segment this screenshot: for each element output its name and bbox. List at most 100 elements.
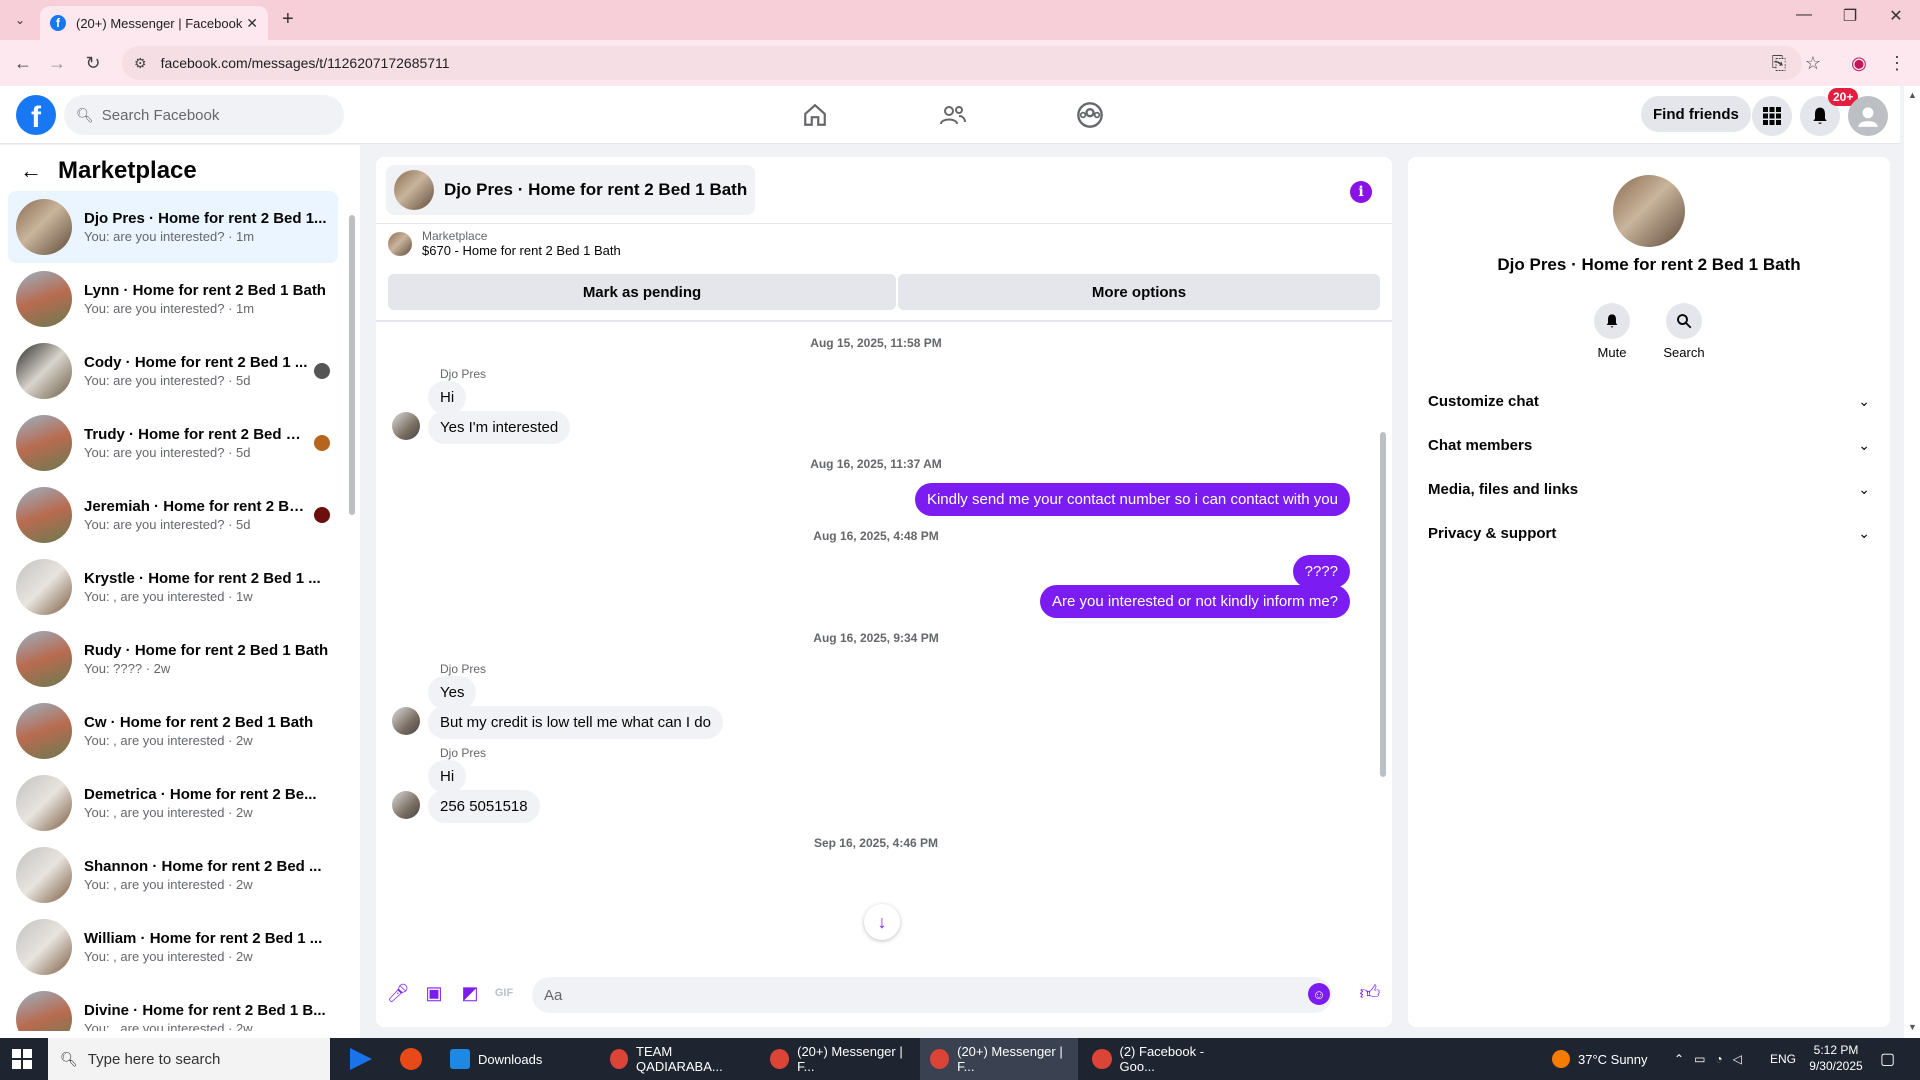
- gif-icon[interactable]: GIF: [492, 981, 516, 1005]
- listing-source: Marketplace: [422, 229, 488, 243]
- download-folder-icon: [450, 1049, 470, 1069]
- windows-start-icon[interactable]: [12, 1049, 32, 1069]
- search-in-chat-button[interactable]: Search: [1654, 303, 1714, 360]
- new-tab-icon[interactable]: +: [282, 8, 294, 31]
- scroll-down-icon[interactable]: ▼: [1908, 1022, 1917, 1032]
- minimize-icon[interactable]: —: [1782, 6, 1826, 24]
- message-bubble-incoming[interactable]: 256 5051518: [428, 790, 540, 823]
- conversation-item[interactable]: Djo Pres · Home for rent 2 Bed 1... You: …: [8, 191, 338, 263]
- conversation-preview: You: , are you interested · 1w: [84, 589, 253, 604]
- back-arrow-icon[interactable]: ←: [20, 158, 42, 184]
- taskbar-search-input[interactable]: 🔍︎ Type here to search: [48, 1038, 330, 1080]
- scroll-up-icon[interactable]: ▲: [1908, 90, 1917, 100]
- volume-icon[interactable]: ◁: [1733, 1052, 1742, 1066]
- close-window-icon[interactable]: ✕: [1874, 6, 1918, 26]
- message-bubble-incoming[interactable]: But my credit is low tell me what can I …: [428, 706, 723, 739]
- sender-avatar: [392, 707, 420, 735]
- sticker-icon[interactable]: ◩: [458, 981, 482, 1005]
- sidebar-scrollbar[interactable]: [348, 175, 356, 1015]
- maximize-icon[interactable]: ❐: [1828, 6, 1872, 26]
- mark-as-pending-button[interactable]: Mark as pending: [388, 274, 896, 310]
- conversation-preview: You: are you interested? · 5d: [84, 517, 251, 532]
- facebook-logo-icon[interactable]: f: [16, 95, 56, 135]
- bookmark-star-icon[interactable]: ☆: [1800, 50, 1826, 76]
- account-avatar[interactable]: [1848, 96, 1888, 136]
- photo-attach-icon[interactable]: ▣: [422, 981, 446, 1005]
- conversation-item[interactable]: Krystle · Home for rent 2 Bed 1 ... You: …: [8, 551, 338, 623]
- language-indicator[interactable]: ENG: [1770, 1038, 1796, 1080]
- chat-members-item[interactable]: Chat members ⌄: [1424, 425, 1874, 465]
- menu-grid-icon[interactable]: [1752, 96, 1792, 136]
- reload-icon[interactable]: ↻: [80, 50, 106, 76]
- chat-header[interactable]: Djo Pres · Home for rent 2 Bed 1 Bath: [386, 165, 756, 215]
- media-files-links-item[interactable]: Media, files and links ⌄: [1424, 469, 1874, 509]
- page-scrollbar[interactable]: ▲ ▼: [1904, 86, 1920, 1038]
- message-bubble-outgoing[interactable]: Are you interested or not kindly inform …: [1040, 585, 1350, 618]
- back-icon[interactable]: ←: [10, 50, 36, 76]
- chevron-down-icon: ⌄: [1858, 436, 1870, 453]
- notification-center-icon[interactable]: ▢: [1880, 1038, 1895, 1080]
- conversation-item[interactable]: Trudy · Home for rent 2 Bed 1 ... You: ar…: [8, 407, 338, 479]
- weather-widget[interactable]: 37°C Sunny: [1552, 1038, 1648, 1080]
- listing-info[interactable]: Marketplace $670 - Home for rent 2 Bed 1…: [388, 229, 621, 258]
- scrollbar-thumb[interactable]: [1380, 432, 1386, 777]
- taskbar-app-downloads[interactable]: Downloads: [440, 1038, 590, 1080]
- profile-avatar[interactable]: [1613, 175, 1685, 247]
- avatar: [16, 487, 72, 543]
- search-facebook-input[interactable]: 🔍︎ Search Facebook: [64, 95, 344, 135]
- conversation-item[interactable]: Rudy · Home for rent 2 Bed 1 Bath You: ??…: [8, 623, 338, 695]
- customize-chat-item[interactable]: Customize chat ⌄: [1424, 381, 1874, 421]
- conversation-item[interactable]: William · Home for rent 2 Bed 1 ... You: …: [8, 911, 338, 983]
- message-bubble-outgoing[interactable]: Kindly send me your contact number so i …: [914, 483, 1350, 516]
- mute-button[interactable]: Mute: [1582, 303, 1642, 360]
- emoji-icon[interactable]: ☺: [1308, 983, 1330, 1005]
- profile-icon[interactable]: ◉: [1846, 50, 1872, 76]
- avatar: [16, 415, 72, 471]
- message-bubble-incoming[interactable]: Hi: [428, 381, 467, 414]
- message-bubble-incoming[interactable]: Yes I'm interested: [428, 411, 571, 444]
- menu-kebab-icon[interactable]: ⋮: [1884, 50, 1910, 76]
- install-app-icon[interactable]: ⎘: [1766, 50, 1792, 76]
- tab-search-icon[interactable]: ⌄: [8, 8, 32, 32]
- groups-icon[interactable]: [1070, 100, 1110, 130]
- conversation-item[interactable]: Jeremiah · Home for rent 2 Be... You: are…: [8, 479, 338, 551]
- browser-tab-active[interactable]: f (20+) Messenger | Facebook ✕: [40, 6, 268, 40]
- taskbar-app-chrome[interactable]: TEAM QADIARABA...: [600, 1038, 750, 1080]
- message-bubble-incoming[interactable]: Yes: [428, 676, 477, 709]
- message-bubble-outgoing[interactable]: ????: [1292, 555, 1350, 588]
- taskbar-app-chrome[interactable]: (20+) Messenger | F...: [760, 1038, 918, 1080]
- conversation-item[interactable]: Divine · Home for rent 2 Bed 1 B... You: …: [8, 983, 338, 1031]
- conversation-item[interactable]: Demetrica · Home for rent 2 Be... You: , …: [8, 767, 338, 839]
- system-tray-icons[interactable]: ⌃ ▭ ◔ ◁: [1674, 1038, 1752, 1080]
- wifi-icon[interactable]: ◔: [1715, 1052, 1722, 1066]
- conversation-item[interactable]: Shannon · Home for rent 2 Bed ... You: , …: [8, 839, 338, 911]
- message-bubble-incoming[interactable]: Hi: [428, 760, 467, 793]
- battery-icon[interactable]: ▭: [1694, 1052, 1705, 1066]
- conversation-item[interactable]: Cw · Home for rent 2 Bed 1 Bath You: , ar…: [8, 695, 338, 767]
- message-input[interactable]: Aa: [532, 977, 1332, 1013]
- scrollbar-thumb[interactable]: [349, 215, 355, 515]
- app-icon[interactable]: [400, 1048, 422, 1070]
- home-icon[interactable]: [795, 100, 835, 130]
- conversation-item[interactable]: Lynn · Home for rent 2 Bed 1 Bath You: ar…: [8, 263, 338, 335]
- forward-icon[interactable]: →: [44, 50, 70, 76]
- chat-scrollbar[interactable]: [1378, 322, 1388, 952]
- more-options-button[interactable]: More options: [898, 274, 1380, 310]
- clock[interactable]: 5:12 PM 9/30/2025: [1800, 1042, 1872, 1074]
- chevron-up-icon[interactable]: ⌃: [1674, 1052, 1684, 1066]
- taskbar-app-chrome[interactable]: (2) Facebook - Goo...: [1082, 1038, 1240, 1080]
- privacy-support-item[interactable]: Privacy & support ⌄: [1424, 513, 1874, 553]
- like-thumbs-up-icon[interactable]: 👍︎: [1358, 981, 1382, 1005]
- find-friends-button[interactable]: Find friends: [1641, 96, 1751, 132]
- taskbar-app-chrome-active[interactable]: (20+) Messenger | F...: [920, 1038, 1078, 1080]
- friends-icon[interactable]: [933, 100, 973, 130]
- play-store-icon[interactable]: [350, 1048, 372, 1070]
- address-bar[interactable]: ⚙ facebook.com/messages/t/11262071726857…: [122, 46, 1802, 80]
- scroll-to-bottom-icon[interactable]: ↓: [864, 904, 900, 940]
- info-icon[interactable]: i: [1350, 181, 1372, 203]
- close-tab-icon[interactable]: ✕: [246, 15, 258, 32]
- conversation-item[interactable]: Cody · Home for rent 2 Bed 1 ... You: are…: [8, 335, 338, 407]
- site-info-icon[interactable]: ⚙: [134, 55, 147, 72]
- timestamp: Sep 16, 2025, 4:46 PM: [813, 836, 939, 850]
- microphone-icon[interactable]: 🎤︎: [386, 981, 410, 1005]
